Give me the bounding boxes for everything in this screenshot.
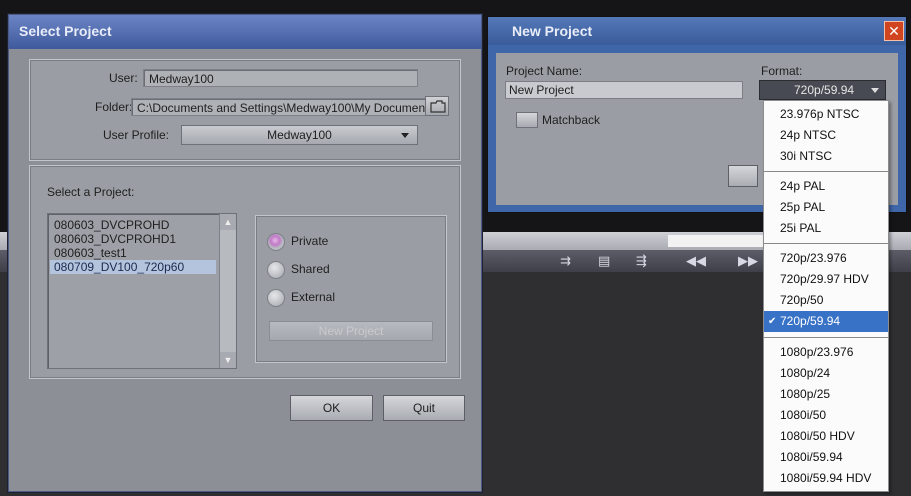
chevron-down-icon <box>401 133 409 138</box>
new-project-titlebar[interactable]: New Project ✕ <box>488 17 906 45</box>
list-item[interactable]: 080603_test1 <box>54 246 127 260</box>
rewind-icon[interactable]: ◀◀ <box>686 252 706 270</box>
menu-item[interactable]: 23.976p NTSC <box>764 104 888 125</box>
quit-button[interactable]: Quit <box>383 395 465 421</box>
user-profile-label: User Profile: <box>103 128 170 142</box>
select-project-titlebar[interactable]: Select Project <box>9 15 481 49</box>
list-scrollbar[interactable]: ▲ ▼ <box>219 214 236 368</box>
format-label: Format: <box>761 64 803 78</box>
user-label: User: <box>109 71 138 85</box>
radio-button[interactable] <box>267 233 285 251</box>
folder-field[interactable]: C:\Documents and Settings\Medway100\My D… <box>131 98 427 116</box>
dialog-title: Select Project <box>19 23 112 39</box>
menu-item-label: 24p PAL <box>780 179 826 193</box>
close-icon[interactable]: ✕ <box>884 21 904 41</box>
list-item[interactable]: 080603_DVCPROHD <box>54 218 169 232</box>
scroll-up-icon[interactable]: ▲ <box>220 214 236 230</box>
select-project-label: Select a Project: <box>47 185 135 199</box>
project-list[interactable]: 080603_DVCPROHD 080603_DVCPROHD1 080603_… <box>47 213 237 369</box>
radio-label: External <box>291 290 336 304</box>
list-item[interactable]: 080709_DV100_720p60 <box>50 260 216 274</box>
radio-button[interactable] <box>267 261 285 279</box>
ok-button[interactable]: OK <box>290 395 373 421</box>
menu-item-label: 1080p/25 <box>780 387 831 401</box>
menu-item-label: 720p/23.976 <box>780 251 847 265</box>
project-name-input[interactable]: New Project <box>505 81 743 99</box>
menu-item[interactable]: 1080i/59.94 HDV <box>764 468 888 489</box>
menu-item[interactable]: 1080p/25 <box>764 384 888 405</box>
user-profile-dropdown[interactable]: Medway100 <box>181 125 418 145</box>
menu-item[interactable]: 25i PAL <box>764 218 888 239</box>
folder-icon <box>430 100 446 113</box>
menu-item-label: 1080i/50 HDV <box>780 429 855 443</box>
radio-button[interactable] <box>267 289 285 307</box>
menu-item[interactable]: 1080i/50 HDV <box>764 426 888 447</box>
menu-item-label: 720p/59.94 <box>780 314 841 328</box>
menu-item[interactable]: 720p/23.976 <box>764 248 888 269</box>
menu-item[interactable]: 1080p/24 <box>764 363 888 384</box>
checkmark-icon: ✔ <box>768 316 777 327</box>
user-field: Medway100 <box>143 69 418 87</box>
menu-item-label: 23.976p NTSC <box>780 107 860 121</box>
matchback-label: Matchback <box>542 113 601 127</box>
radio-label: Private <box>291 234 329 248</box>
browse-folder-button[interactable] <box>425 96 449 116</box>
fast-forward-icon[interactable]: ▶▶ <box>738 252 758 270</box>
menu-item[interactable]: 24p PAL <box>764 176 888 197</box>
new-project-ok-button[interactable] <box>728 165 758 187</box>
new-project-button[interactable]: New Project <box>269 321 433 341</box>
menu-item-label: 1080p/24 <box>780 366 831 380</box>
menu-item-label: 1080i/59.94 HDV <box>780 471 872 485</box>
format-value: 720p/59.94 <box>794 83 855 97</box>
menu-item-label: 1080i/50 <box>780 408 827 422</box>
menu-item[interactable]: 24p NTSC <box>764 125 888 146</box>
menu-item-label: 720p/29.97 HDV <box>780 272 869 286</box>
user-profile-value: Medway100 <box>267 128 332 142</box>
menu-separator <box>764 243 888 244</box>
menu-item[interactable]: 1080i/50 <box>764 405 888 426</box>
menu-item-label: 720p/50 <box>780 293 824 307</box>
menu-item[interactable]: 720p/50 <box>764 290 888 311</box>
matchback-checkbox[interactable] <box>516 112 538 128</box>
menu-item-label: 24p NTSC <box>780 128 837 142</box>
menu-separator <box>764 171 888 172</box>
scroll-down-icon[interactable]: ▼ <box>220 352 236 368</box>
project-name-label: Project Name: <box>506 64 583 78</box>
menu-item-label: 25i PAL <box>780 221 822 235</box>
select-project-dialog: Select Project User: Medway100 Folder: C… <box>8 14 482 492</box>
menu-separator <box>764 337 888 338</box>
radio-label: Shared <box>291 262 330 276</box>
menu-item[interactable]: 1080p/23.976 <box>764 342 888 363</box>
menu-item[interactable]: 30i NTSC <box>764 146 888 167</box>
menu-item-label: 1080i/59.94 <box>780 450 843 464</box>
timeline-bar <box>668 235 768 247</box>
list-icon[interactable]: ▤ <box>598 252 610 270</box>
overwrite-icon[interactable]: ⇶ <box>636 252 647 270</box>
folder-label: Folder: <box>95 100 133 114</box>
menu-item-label: 25p PAL <box>780 200 826 214</box>
menu-item[interactable]: 720p/29.97 HDV <box>764 269 888 290</box>
splice-icon[interactable]: ⇉ <box>560 252 571 270</box>
format-menu: 23.976p NTSC 24p NTSC 30i NTSC 24p PAL 2… <box>763 100 889 492</box>
dialog-title: New Project <box>512 23 593 39</box>
menu-item[interactable]: 25p PAL <box>764 197 888 218</box>
menu-item-label: 1080p/23.976 <box>780 345 854 359</box>
format-dropdown[interactable]: 720p/59.94 <box>759 80 886 100</box>
list-item[interactable]: 080603_DVCPROHD1 <box>54 232 176 246</box>
menu-item-label: 30i NTSC <box>780 149 833 163</box>
chevron-down-icon <box>871 88 879 93</box>
menu-item-selected[interactable]: ✔ 720p/59.94 <box>764 311 888 332</box>
menu-item[interactable]: 1080i/59.94 <box>764 447 888 468</box>
